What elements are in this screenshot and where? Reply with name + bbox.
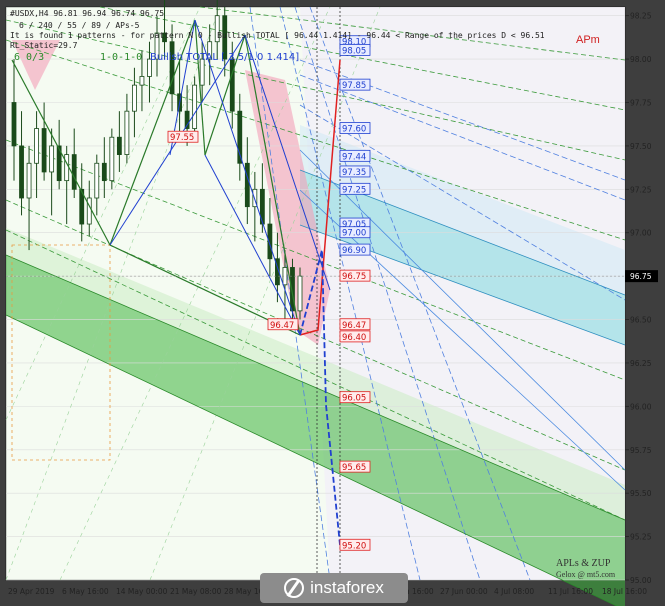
projection-label: 95.65 bbox=[342, 463, 366, 473]
rl-static: RL_Static=29.7 bbox=[10, 41, 78, 50]
candle-body bbox=[229, 58, 235, 112]
candle-body bbox=[11, 102, 17, 147]
projection-label: 95.20 bbox=[342, 541, 366, 551]
x-tick-label: 11 Jul 16:00 bbox=[548, 587, 593, 596]
gelox-label: Gelox @ mt5.com bbox=[556, 570, 616, 579]
projection-label: 97.00 bbox=[342, 229, 366, 239]
projection-label: 97.25 bbox=[342, 185, 366, 195]
projection-label: 97.85 bbox=[342, 81, 366, 91]
price-chart[interactable]: 98.25 98.00 97.75 97.50 97.25 97.00 96.75 96.50… bbox=[0, 0, 665, 606]
y-tick-label: 97.25 bbox=[630, 185, 652, 194]
y-tick-label: 98.25 bbox=[630, 12, 652, 21]
candle-body bbox=[297, 275, 303, 312]
candle-body bbox=[94, 162, 100, 199]
x-tick-label: 6 May 16:00 bbox=[62, 587, 109, 596]
candle-body bbox=[86, 197, 92, 225]
point-label: 96.47 bbox=[270, 321, 294, 331]
instaforex-logo-icon bbox=[284, 578, 305, 598]
projection-label: 96.90 bbox=[342, 246, 366, 256]
y-tick-label: 96.25 bbox=[630, 359, 652, 368]
zigzag-params: 6 / 240 / 55 / 89 / APs-5 bbox=[19, 21, 140, 30]
projection-label: 97.44 bbox=[342, 152, 366, 162]
x-tick-label: 29 Apr 2019 bbox=[8, 587, 55, 596]
chart-window: 98.25 98.00 97.75 97.50 97.25 97.00 96.75 96.50… bbox=[0, 0, 665, 606]
projection-label: 97.35 bbox=[342, 168, 366, 178]
y-tick-label: 97.50 bbox=[630, 142, 652, 151]
candle-body bbox=[34, 128, 39, 164]
candle-body bbox=[132, 84, 137, 112]
symbol-info: #USDX,H4 96.81 96.94 96.74 96.75 bbox=[10, 9, 165, 18]
candle-body bbox=[109, 136, 115, 182]
pattern-info: It is found 1 patterns - for pattern N 0… bbox=[10, 31, 545, 40]
x-tick-label: 18 Jul 16:00 bbox=[602, 587, 647, 596]
x-tick-label: 14 May 00:00 bbox=[116, 587, 168, 596]
y-tick-label: 97.00 bbox=[630, 229, 652, 238]
x-tick-label: 4 Jul 08:00 bbox=[494, 587, 534, 596]
apm-label: APm bbox=[576, 34, 600, 46]
wave-counts: 6 0/3 bbox=[14, 52, 45, 63]
y-tick-label: 95.25 bbox=[630, 533, 652, 542]
instaforex-watermark: instaforex bbox=[260, 573, 408, 603]
candle-body bbox=[71, 154, 77, 190]
point-label: 97.55 bbox=[170, 133, 194, 143]
pattern-title: Bullish TOTAL [ 3.5/1.0 1.414] bbox=[150, 52, 300, 63]
y-tick-label: 98.00 bbox=[630, 55, 652, 64]
candle-body bbox=[244, 162, 250, 208]
y-tick-label: 95.00 bbox=[630, 576, 652, 585]
y-tick-label: 95.50 bbox=[630, 489, 652, 498]
y-tick-label: 97.75 bbox=[630, 99, 652, 108]
candle-body bbox=[49, 145, 55, 173]
projection-label: 96.05 bbox=[342, 394, 366, 404]
current-price-label: 96.75 bbox=[630, 272, 652, 281]
candle-body bbox=[116, 136, 122, 155]
candle-body bbox=[139, 76, 145, 86]
candle-body bbox=[19, 145, 24, 199]
candle-body bbox=[192, 84, 198, 129]
fractal-code: 1-0-1-0 bbox=[100, 52, 143, 63]
candle-body bbox=[64, 154, 70, 182]
x-tick-label: 21 May 08:00 bbox=[170, 587, 222, 596]
brand-label: instaforex bbox=[310, 578, 384, 597]
candle-body bbox=[41, 128, 47, 173]
projection-label: 98.05 bbox=[342, 46, 366, 56]
y-tick-label: 96.50 bbox=[630, 316, 652, 325]
projection-label: 96.40 bbox=[342, 333, 366, 343]
candle-body bbox=[26, 162, 32, 199]
projection-label: 97.60 bbox=[342, 125, 366, 135]
y-tick-label: 96.00 bbox=[630, 402, 652, 411]
y-tick-label: 95.75 bbox=[630, 446, 652, 455]
projection-label: 96.75 bbox=[342, 272, 366, 282]
apls-label: APLs & ZUP bbox=[556, 558, 611, 569]
candle-body bbox=[124, 110, 130, 155]
projection-label: 96.47 bbox=[342, 321, 366, 331]
x-tick-label: 27 Jun 00:00 bbox=[440, 587, 488, 596]
candle-body bbox=[101, 162, 107, 182]
